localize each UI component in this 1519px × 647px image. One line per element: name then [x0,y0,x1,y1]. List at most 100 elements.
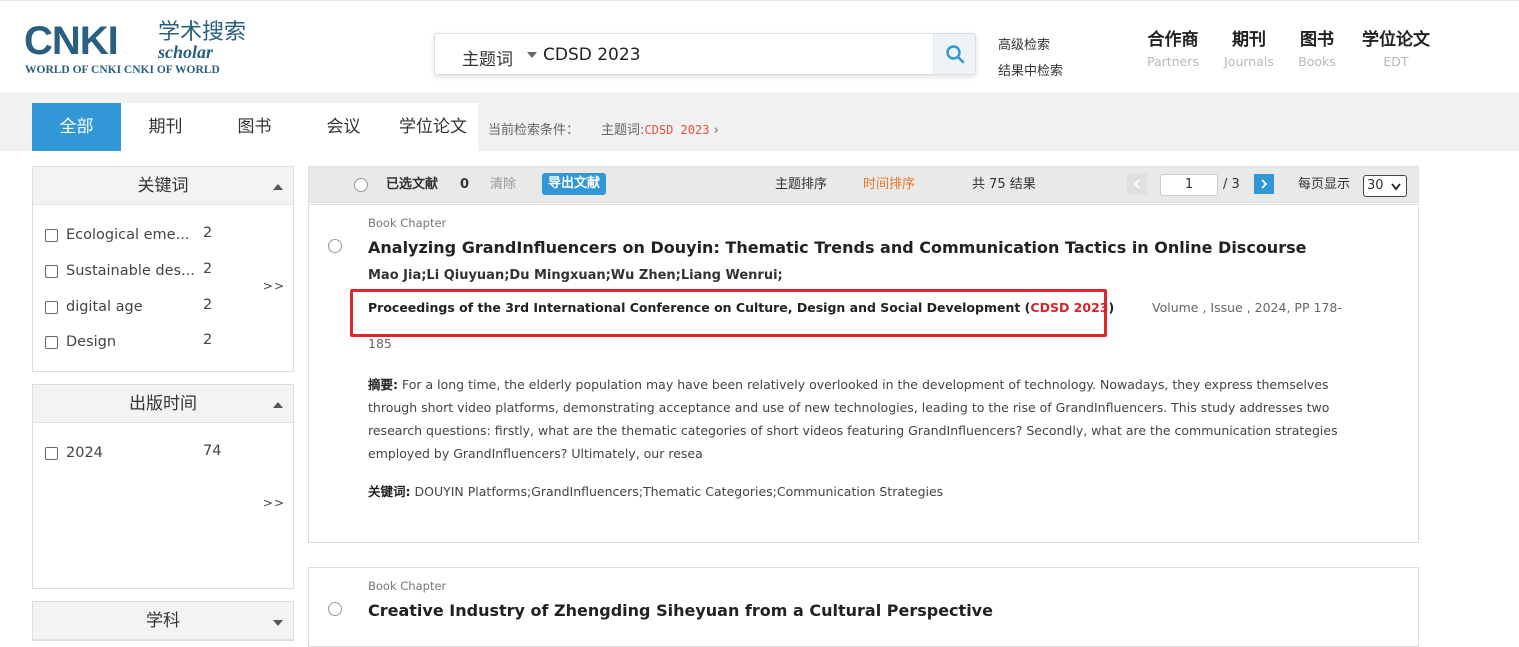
nav-sublabel: Partners [1147,54,1199,69]
sort-by-topic[interactable]: 主题排序 [775,167,827,202]
selected-label: 已选文献 [386,177,439,192]
page-input[interactable]: 1 [1160,174,1218,196]
more-link[interactable]: >> [263,279,285,293]
facet-item[interactable]: digital age [45,297,143,317]
result-abstract: 摘要: For a long time, the elderly populat… [368,373,1338,465]
facet-header[interactable]: 学科 [33,602,293,640]
per-page-label: 每页显示 [1298,177,1351,192]
facet-item-label: Sustainable des... [66,263,195,279]
search-button[interactable] [933,34,975,74]
per-page-value: 30 [1367,178,1384,193]
search-input[interactable] [543,40,933,70]
tab-conference[interactable]: 会议 [299,103,388,151]
facet-item[interactable]: 2024 [45,443,103,463]
total-results: 共 75 结果 [972,177,1036,192]
facet-item-count: 2 [203,297,213,313]
chevron-left-icon [1133,179,1140,189]
checkbox[interactable] [45,264,58,278]
facet-title: 关键词 [137,176,189,196]
checkbox[interactable] [45,300,58,314]
selected-count: 0 [460,177,470,192]
page-total: / 3 [1223,177,1240,192]
header: CNKI 学术搜索 scholar WORLD OF CNKI CNKI OF … [0,0,1519,92]
tabs-bar: 全部 期刊 图书 会议 学位论文 当前检索条件： 主题词:CDSD 2023 › [0,92,1519,151]
export-button[interactable]: 导出文献 [542,173,607,195]
nav-sublabel: Journals [1224,54,1274,69]
condition-label: 当前检索条件： [488,123,580,138]
source-name: Proceedings of the 3rd International Con… [368,300,1031,315]
nav-partners[interactable]: 合作商 Partners [1146,29,1200,73]
chevron-down-icon[interactable] [527,52,537,58]
result-source[interactable]: Proceedings of the 3rd International Con… [368,300,1114,315]
nav-journals[interactable]: 期刊 Journals [1222,29,1276,73]
facet-title: 出版时间 [129,394,197,414]
prev-page-button[interactable] [1127,174,1147,194]
nav-label: 期刊 [1232,30,1266,50]
nav-sublabel: Books [1298,54,1336,69]
keywords-text[interactable]: DOUYIN Platforms;GrandInfluencers;Themat… [414,484,943,499]
logo-text: CNKI [24,19,119,63]
facet-subject: 学科 [32,601,294,641]
facet-item[interactable]: Ecological eme... [45,225,189,245]
sort-by-time[interactable]: 时间排序 [863,167,915,202]
select-all-radio[interactable] [354,178,368,192]
result-volume: Volume , Issue , 2024, PP 178- [1152,300,1342,315]
result-title[interactable]: Analyzing GrandInfluencers on Douyin: Th… [368,238,1306,257]
result-type: Book Chapter [368,579,447,593]
source-highlight: CDSD 2023 [1030,300,1109,315]
next-page-button[interactable] [1254,174,1274,194]
nav-label: 学位论文 [1362,30,1430,50]
facet-item-count: 2 [203,225,213,241]
nav-sublabel: EDT [1383,54,1409,69]
collapse-icon[interactable] [273,402,283,408]
condition-field: 主题词: [601,123,645,138]
advanced-links: 高级检索 结果中检索 [998,33,1063,85]
checkbox[interactable] [45,228,58,242]
search-icon [945,45,964,64]
per-page-select[interactable]: 30 [1363,175,1407,197]
abstract-label: 摘要: [368,377,398,392]
result-keywords: 关键词: DOUYIN Platforms;GrandInfluencers;T… [368,481,943,500]
collapse-icon[interactable] [273,184,283,190]
clear-button[interactable]: 清除 [490,167,516,202]
results-toolbar: 已选文献 0 清除 导出文献 主题排序 时间排序 共 75 结果 1 / 3 每… [308,166,1419,203]
facet-header[interactable]: 出版时间 [33,385,293,423]
expand-icon[interactable] [273,620,283,626]
result-card: Book Chapter Creative Industry of Zhengd… [308,567,1419,647]
facet-item-count: 74 [203,443,222,459]
search-within-results-link[interactable]: 结果中检索 [998,59,1063,85]
facet-item[interactable]: Sustainable des... [45,261,195,281]
tab-journals[interactable]: 期刊 [121,103,210,151]
facet-item-count: 2 [203,332,213,348]
checkbox[interactable] [45,335,58,349]
nav-edt[interactable]: 学位论文 EDT [1358,29,1434,73]
tab-books[interactable]: 图书 [210,103,299,151]
facet-item-count: 2 [203,261,213,277]
cnki-scholar-logo[interactable]: CNKI 学术搜索 scholar WORLD OF CNKI CNKI OF … [24,21,256,81]
nav-label: 合作商 [1147,30,1199,50]
advanced-search-link[interactable]: 高级检索 [998,33,1063,59]
result-select-radio[interactable] [328,602,342,616]
search-field-selector[interactable]: 主题词 [462,45,513,70]
facet-title: 学科 [146,611,180,631]
source-suffix: ) [1108,300,1115,315]
facet-header[interactable]: 关键词 [33,167,293,205]
facet-item-label: 2024 [66,445,103,461]
facet-item-label: Design [66,334,117,350]
result-select-radio[interactable] [328,239,342,253]
search-box: 主题词 [434,33,976,75]
tab-theses[interactable]: 学位论文 [388,103,478,151]
result-title[interactable]: Creative Industry of Zhengding Siheyuan … [368,601,993,620]
facet-item-label: digital age [66,299,143,315]
more-link[interactable]: >> [263,496,285,510]
facet-item[interactable]: Design [45,332,116,352]
facet-year: 出版时间 2024 74 >> [32,384,294,589]
result-authors[interactable]: Mao Jia;Li Qiuyuan;Du Mingxuan;Wu Zhen;L… [368,268,783,283]
checkbox[interactable] [45,446,58,460]
condition-value[interactable]: CDSD 2023 [644,123,709,137]
abstract-text: For a long time, the elderly population … [368,377,1338,461]
facet-item-label: Ecological eme... [66,227,190,243]
tab-all[interactable]: 全部 [32,103,121,151]
chevron-right-icon[interactable]: › [714,123,719,138]
nav-books[interactable]: 图书 Books [1290,29,1344,73]
